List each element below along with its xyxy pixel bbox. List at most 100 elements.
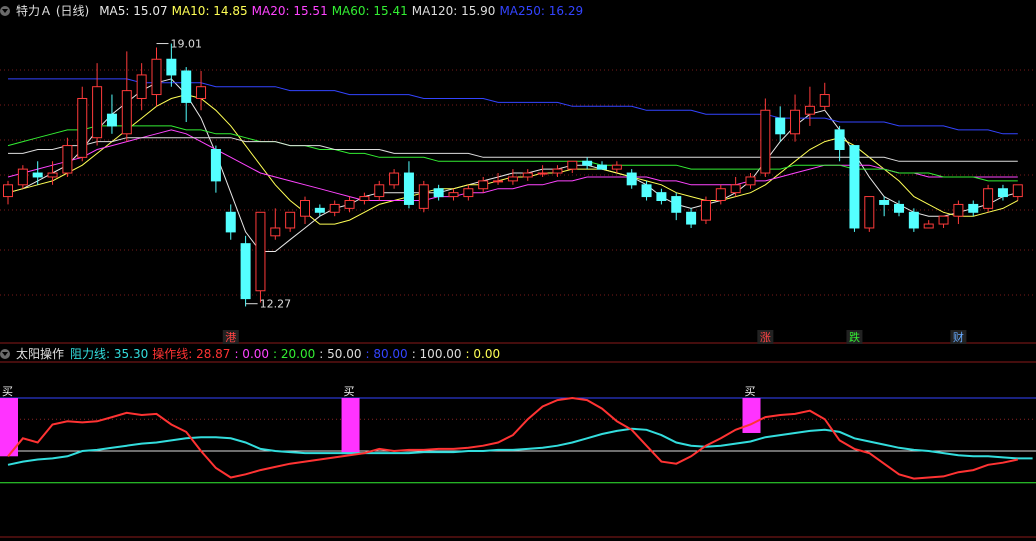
legend-item: MA10: 14.85 xyxy=(171,4,248,18)
candle-body-up xyxy=(790,109,801,135)
candle-body-down xyxy=(834,129,845,150)
candle-body-up xyxy=(448,192,459,198)
candle-body-up xyxy=(537,172,548,175)
candle-body-down xyxy=(775,117,786,135)
candle-body-down xyxy=(597,164,607,170)
indicator-title: 太阳操作 xyxy=(16,347,65,361)
indicator-legend: 阻力线: 35.30 操作线: 28.87: 0.00: 20.00: 50.00… xyxy=(70,347,504,361)
legend-item: : 100.00 xyxy=(411,347,462,361)
candle-body-up xyxy=(418,184,429,209)
event-marker-label: 跌 xyxy=(849,330,860,344)
candle-body-up xyxy=(463,188,474,198)
buy-signal-label: 买 xyxy=(344,385,355,398)
main-price-panel: 19.01 12.27 港 涨 跌 财 xyxy=(0,38,1036,363)
buy-signal-bar xyxy=(341,398,360,455)
candle-body-down xyxy=(582,160,593,166)
legend-item: MA20: 15.51 xyxy=(251,4,328,18)
candle-body-up xyxy=(344,200,355,209)
candle-body-up xyxy=(329,203,340,213)
candle-body-up xyxy=(478,180,489,190)
candle-body-down xyxy=(641,184,652,198)
candle-body-down xyxy=(894,203,904,213)
candle-body-up xyxy=(389,172,400,186)
legend-item: : 0.00 xyxy=(465,347,501,361)
candle-body-up xyxy=(745,176,756,186)
candle-body-down xyxy=(181,70,192,103)
menu-circle-icon[interactable] xyxy=(0,6,10,16)
candle-body-down xyxy=(433,188,444,198)
candle-body-down xyxy=(32,172,43,178)
sub-header: 太阳操作 阻力线: 35.30 操作线: 28.87: 0.00: 20.00: 5… xyxy=(0,346,510,362)
candle-body-up xyxy=(953,203,964,217)
candle-body-up xyxy=(760,109,771,174)
ma-line-ma120 xyxy=(8,137,1018,162)
legend-item: MA120: 15.90 xyxy=(411,4,496,18)
candle-body-down xyxy=(210,148,221,182)
candle-body-up xyxy=(92,86,103,139)
candle-body-up xyxy=(196,86,207,99)
buy-signal-bar xyxy=(742,398,761,433)
candle-body-up xyxy=(804,105,815,115)
legend-item: MA60: 15.41 xyxy=(331,4,408,18)
main-header: 特力Ａ (日线) MA5: 15.07 MA10: 14.85 MA20: 15.51… xyxy=(0,3,593,19)
candle-body-up xyxy=(552,168,563,174)
candle-body-down xyxy=(656,192,667,202)
candle-body-down xyxy=(849,145,860,229)
candle-body-up xyxy=(77,97,88,158)
candle-body-up xyxy=(255,211,266,292)
candle-body-down xyxy=(686,211,697,225)
candle-body-up xyxy=(300,200,310,217)
candle-body-up xyxy=(359,196,370,202)
candle-body-up xyxy=(522,172,533,178)
candle-body-up xyxy=(3,184,13,198)
low-price-label: 12.27 xyxy=(260,298,292,311)
candle-body-up xyxy=(864,196,875,229)
candle-body-up xyxy=(923,223,934,229)
indicator-line xyxy=(7,396,1019,480)
candle-body-down xyxy=(879,200,890,205)
candle-body-up xyxy=(715,188,726,202)
event-marker-label: 财 xyxy=(953,330,964,344)
candle-body-up xyxy=(567,160,578,170)
buy-signal-label: 买 xyxy=(745,385,756,398)
legend-item: : 20.00 xyxy=(273,347,316,361)
candle-body-up xyxy=(374,184,385,198)
candle-body-down xyxy=(968,203,979,213)
candle-body-up xyxy=(62,145,73,174)
candle-body-up xyxy=(507,176,518,182)
candle-body-up xyxy=(121,90,132,135)
menu-circle-icon[interactable] xyxy=(0,349,10,359)
ma-legend: MA5: 15.07 MA10: 14.85 MA20: 15.51 MA60: 15… xyxy=(99,4,587,18)
candle-body-up xyxy=(730,184,741,194)
candle-body-up xyxy=(17,168,28,186)
candle-body-down xyxy=(240,243,251,300)
stock-title: 特力Ａ (日线) xyxy=(16,4,90,18)
candle-body-up xyxy=(1012,184,1023,198)
candle-body-up xyxy=(819,94,830,107)
candle-body-up xyxy=(700,200,711,221)
candle-body-up xyxy=(270,227,281,237)
legend-item: : 0.00 xyxy=(234,347,270,361)
candle-body-up xyxy=(493,180,504,183)
candle-body-down xyxy=(671,196,682,213)
legend-item: MA250: 16.29 xyxy=(499,4,584,18)
high-price-label: 19.01 xyxy=(171,38,203,51)
buy-signal-label: 买 xyxy=(2,385,13,398)
candle-body-up xyxy=(285,211,296,229)
candle-body-up xyxy=(611,164,622,170)
legend-item: : 50.00 xyxy=(319,347,362,361)
event-marker-label: 港 xyxy=(225,331,236,344)
candle-body-down xyxy=(106,113,117,127)
candle-body-up xyxy=(47,172,58,178)
candle-body-up xyxy=(136,74,147,99)
candle-body-up xyxy=(938,215,949,225)
candle-body-down xyxy=(997,188,1008,198)
legend-item: 阻力线: 35.30 xyxy=(70,347,149,361)
event-marker-label: 涨 xyxy=(760,331,771,344)
chart-stage: 19.01 12.27 港 涨 跌 财 买 买 买 xyxy=(0,38,1036,538)
candle-body-down xyxy=(403,172,414,205)
candle-body-down xyxy=(225,211,236,233)
legend-item: 操作线: 28.87 xyxy=(152,347,231,361)
indicator-panel: 买买买 xyxy=(0,385,1036,538)
legend-item: : 80.00 xyxy=(365,347,408,361)
